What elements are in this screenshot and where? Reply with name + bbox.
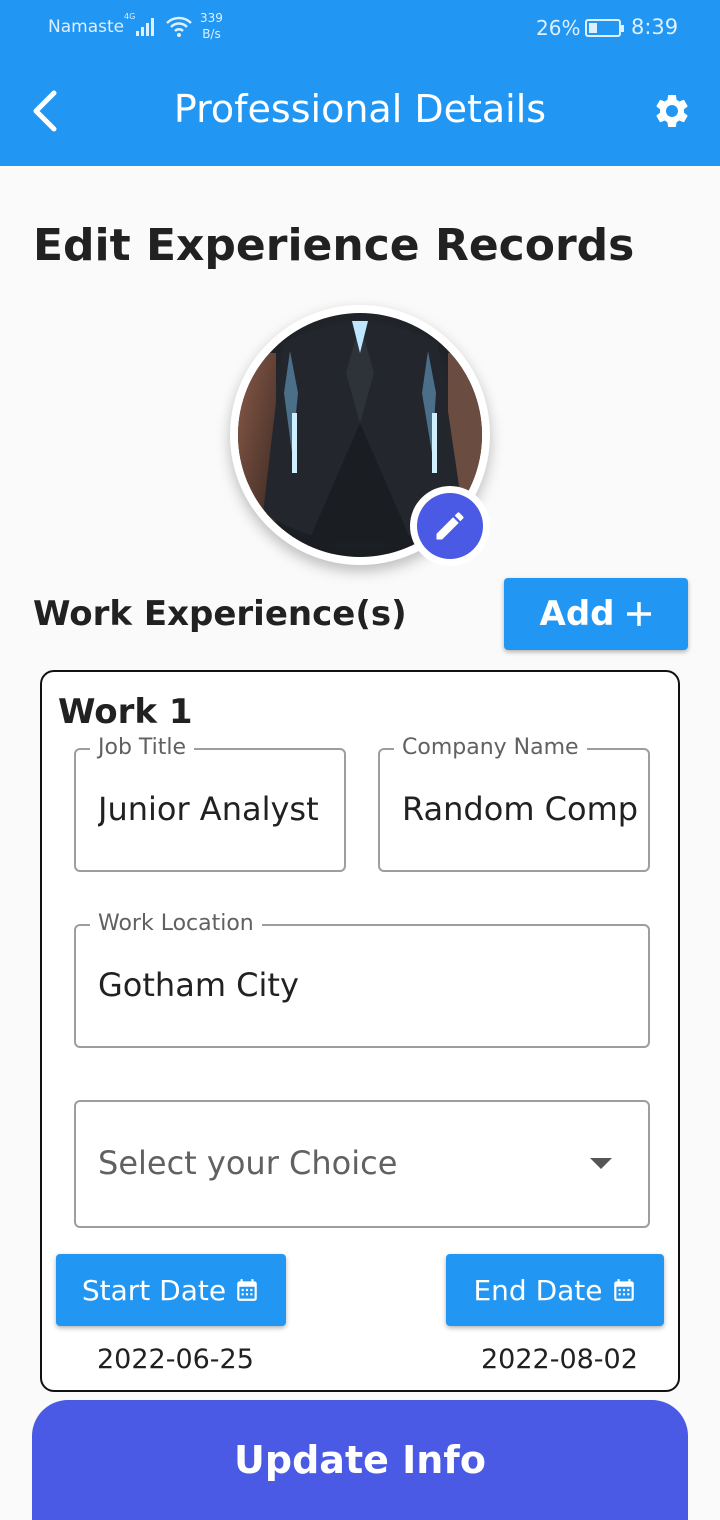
- wifi-icon: [166, 16, 192, 37]
- gear-icon: [656, 94, 688, 127]
- work-location-field[interactable]: Work Location Gotham City: [74, 911, 650, 1048]
- start-date-value: 2022-06-25: [97, 1344, 254, 1375]
- update-info-button[interactable]: Update Info: [32, 1400, 688, 1520]
- clock: 8:39: [631, 15, 679, 39]
- dropdown-caret-icon: [590, 1158, 612, 1169]
- speed-value: 339: [200, 11, 223, 25]
- end-date-value: 2022-08-02: [481, 1344, 638, 1375]
- work-card-title: Work 1: [58, 692, 193, 732]
- company-name-value: Random Comp: [402, 790, 638, 828]
- carrier-name: Namaste: [48, 17, 125, 37]
- battery-percent: 26%: [536, 16, 581, 40]
- avatar-edit-button[interactable]: [410, 486, 490, 566]
- signal-icon: [136, 16, 158, 36]
- speed-unit: B/s: [202, 27, 221, 41]
- choice-dropdown[interactable]: Select your Choice: [74, 1100, 650, 1228]
- company-name-label: Company Name: [394, 735, 587, 761]
- work-experience-label: Work Experience(s): [33, 594, 407, 634]
- status-bar: Namaste 4G 339 B/s 26% 8:39: [0, 0, 720, 56]
- back-arrow-icon: [33, 90, 57, 132]
- pencil-icon: [436, 512, 464, 540]
- calendar-icon: [237, 1279, 257, 1301]
- calendar-icon: [613, 1279, 634, 1301]
- plus-icon: [626, 602, 651, 626]
- add-work-button[interactable]: Add: [504, 578, 688, 650]
- end-date-label: End Date: [473, 1273, 603, 1307]
- start-date-button[interactable]: Start Date: [56, 1254, 286, 1326]
- battery-level: [589, 23, 598, 33]
- end-date-button[interactable]: End Date: [446, 1254, 664, 1326]
- settings-button[interactable]: [644, 83, 700, 139]
- work-location-label: Work Location: [90, 911, 262, 937]
- app-bar-title: Professional Details: [173, 87, 547, 131]
- battery-icon: [585, 19, 624, 37]
- job-title-field[interactable]: Job Title Junior Analyst: [74, 735, 346, 872]
- app-bar: Professional Details: [0, 56, 720, 166]
- add-button-label: Add: [539, 594, 615, 634]
- choice-placeholder: Select your Choice: [98, 1144, 398, 1182]
- job-title-label: Job Title: [90, 735, 195, 761]
- start-date-label: Start Date: [81, 1273, 227, 1307]
- work-card: Work 1 Job Title Junior Analyst Company …: [40, 670, 680, 1392]
- work-location-value: Gotham City: [98, 966, 299, 1004]
- network-speed: 339 B/s: [200, 10, 223, 42]
- company-name-field[interactable]: Company Name Random Comp: [378, 735, 650, 872]
- job-title-value: Junior Analyst: [98, 790, 319, 828]
- network-type: 4G: [124, 12, 136, 21]
- page-title: Edit Experience Records: [33, 220, 635, 271]
- back-button[interactable]: [20, 84, 70, 138]
